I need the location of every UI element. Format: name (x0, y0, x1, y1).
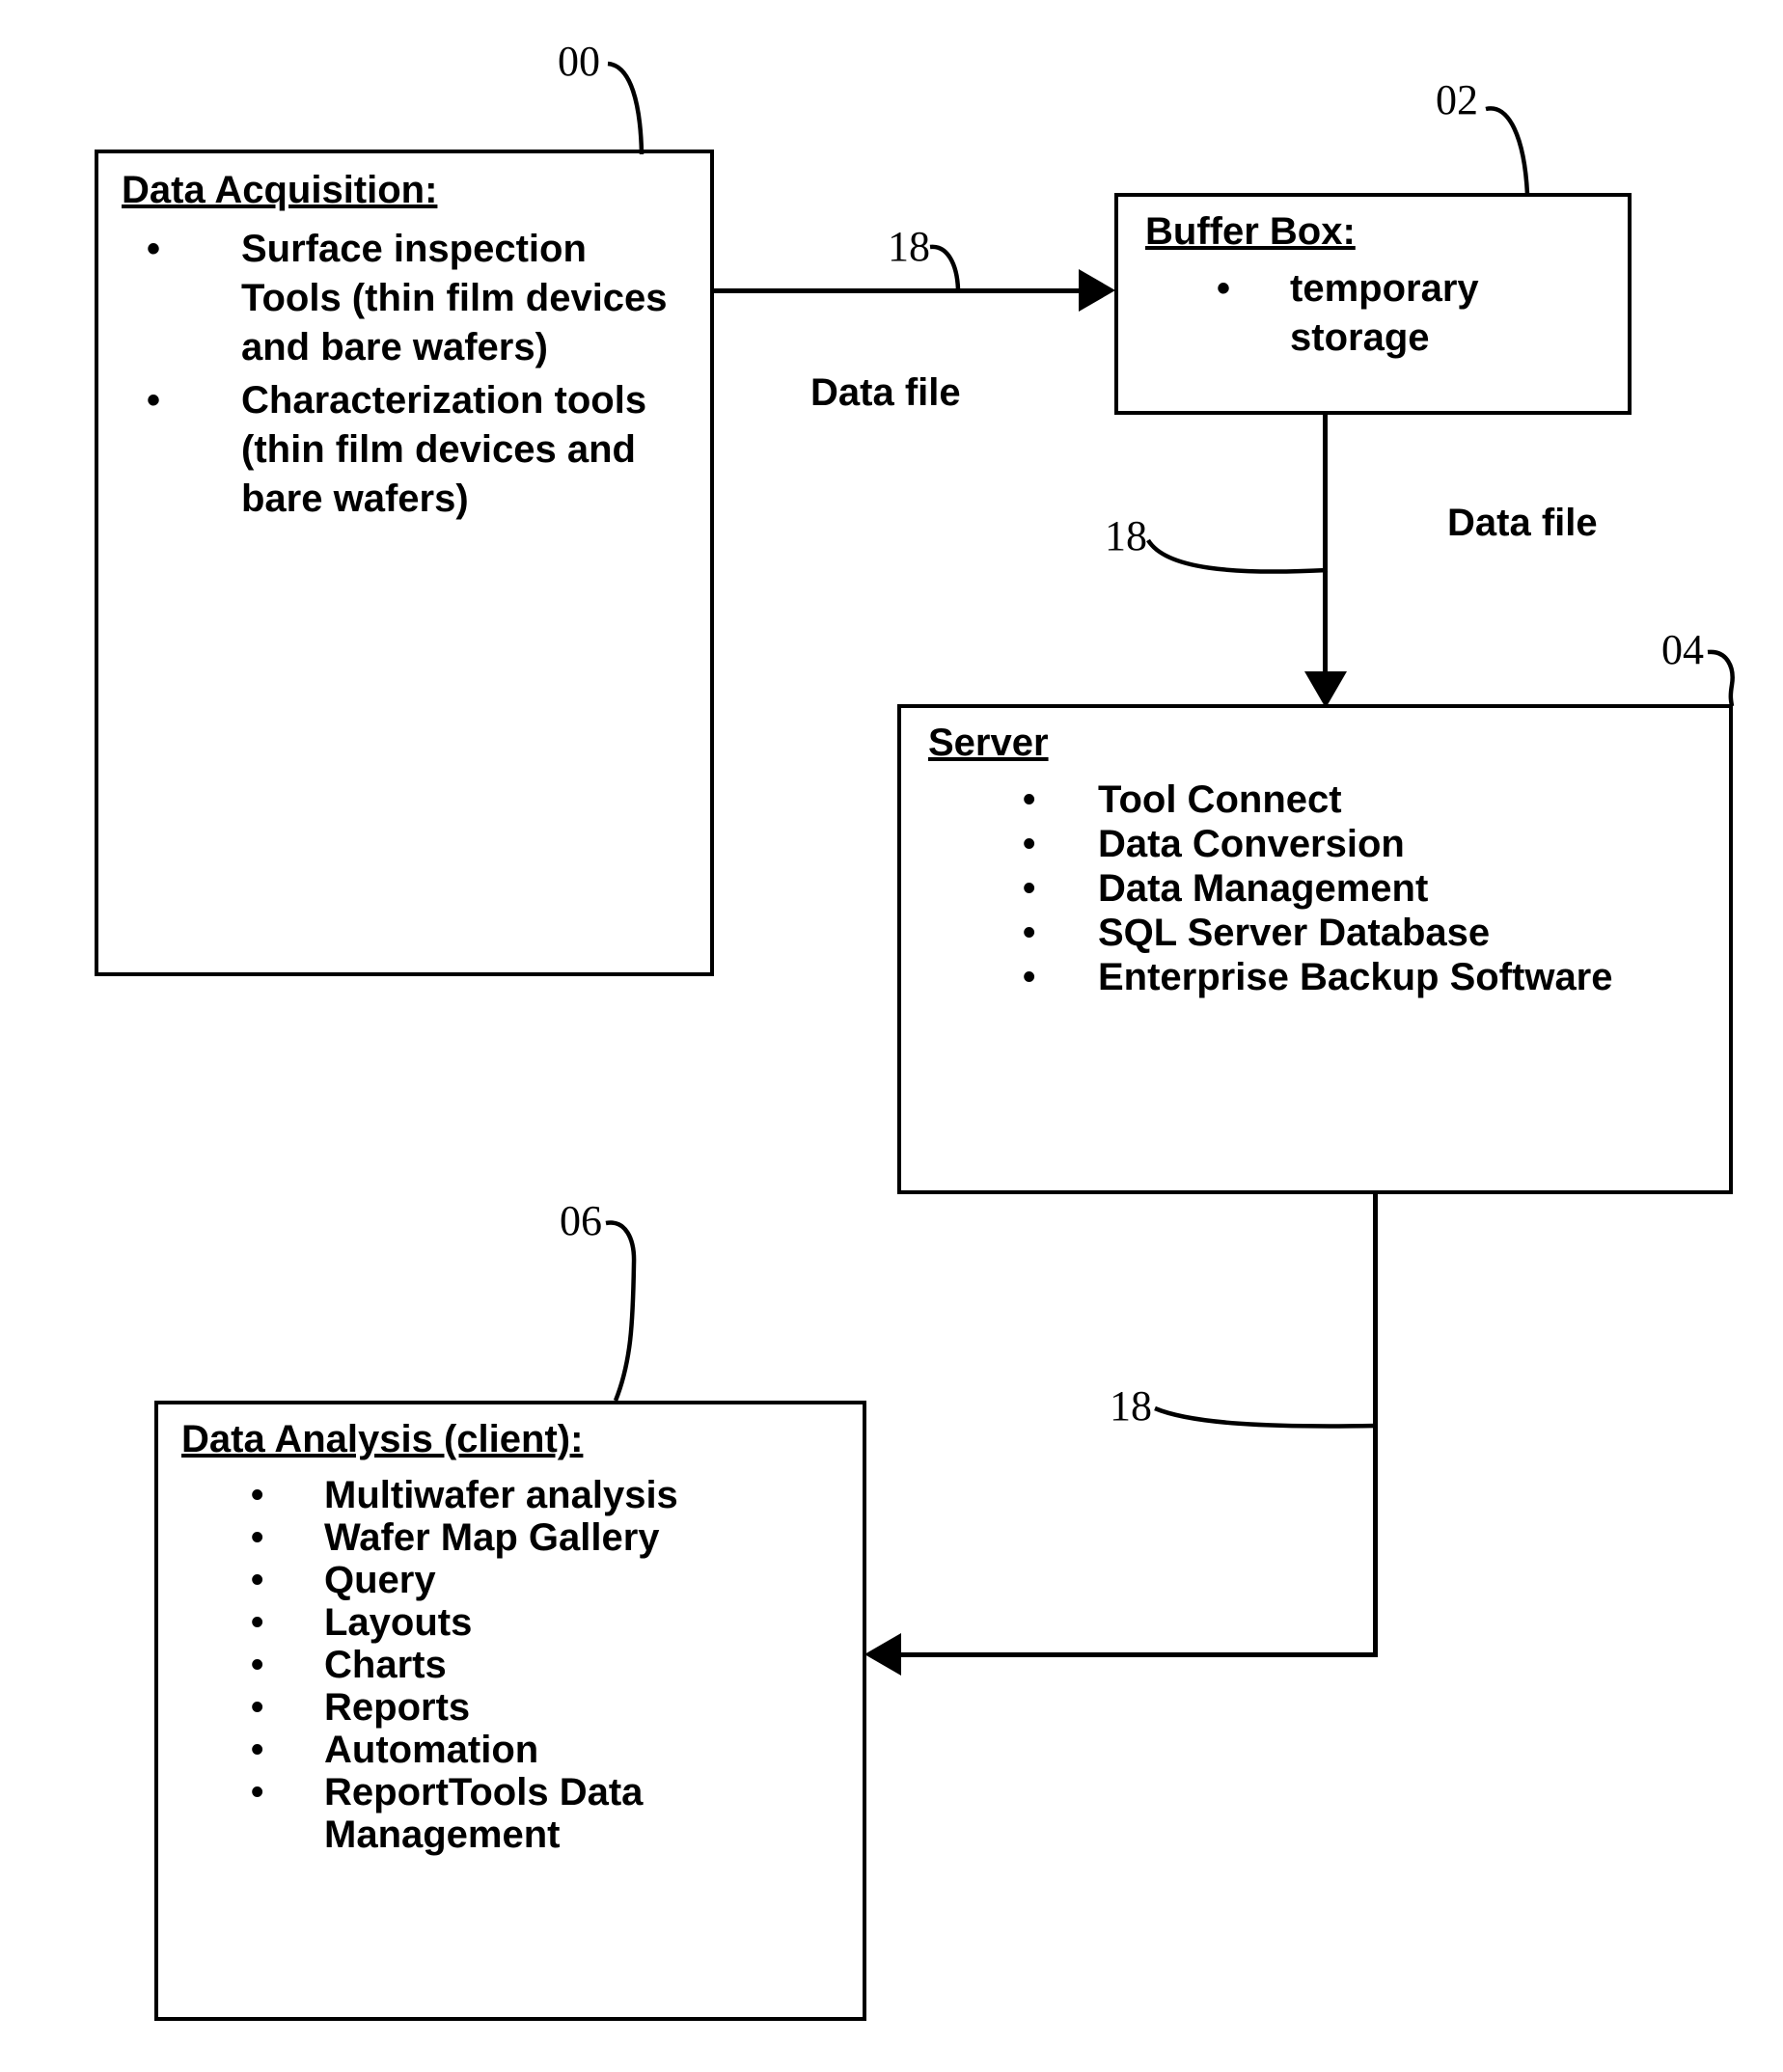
flow-label-data-file-2: Data file (1447, 502, 1598, 544)
buffer-box: Buffer Box: temporary storage (1114, 193, 1632, 415)
ref-numeral-00: 00 (558, 38, 600, 85)
leader-line-00 (607, 61, 645, 155)
leader-line-02 (1485, 106, 1530, 195)
list-item: Characterization tools (thin film device… (137, 376, 697, 524)
connector-server-to-analysis-hline (897, 1652, 1376, 1657)
buffer-box-list: temporary storage (1205, 264, 1620, 363)
data-analysis-title: Data Analysis (client): (181, 1418, 584, 1460)
leader-line-18-b (1146, 538, 1329, 574)
ref-numeral-04: 04 (1661, 626, 1704, 673)
ref-numeral-18-a: 18 (888, 223, 930, 270)
ref-numeral-18-b: 18 (1105, 512, 1147, 559)
list-item: SQL Server Database (998, 911, 1712, 955)
list-item: Automation (216, 1729, 853, 1771)
server-box: Server Tool Connect Data Conversion Data… (897, 704, 1733, 1194)
connector-buffer-to-server-arrowhead (1304, 671, 1347, 708)
leader-line-18-c (1154, 1405, 1378, 1429)
buffer-box-title: Buffer Box: (1145, 210, 1356, 253)
flow-label-data-file-1: Data file (810, 371, 961, 414)
list-item: Surface inspection Tools (thin film devi… (137, 225, 697, 372)
ref-numeral-18-c: 18 (1110, 1382, 1152, 1430)
list-item: ReportTools Data Management (216, 1771, 853, 1856)
list-item: Wafer Map Gallery (216, 1516, 853, 1559)
list-item: Multiwafer analysis (216, 1474, 853, 1516)
data-acquisition-title: Data Acquisition: (122, 169, 438, 211)
server-box-title: Server (928, 722, 1049, 764)
list-item: Query (216, 1559, 853, 1601)
connector-acq-to-buffer-line (714, 288, 1085, 293)
connector-server-to-analysis-arrowhead (864, 1633, 901, 1676)
list-item: temporary storage (1205, 264, 1620, 363)
data-analysis-list: Multiwafer analysis Wafer Map Gallery Qu… (216, 1474, 853, 1856)
data-analysis-box: Data Analysis (client): Multiwafer analy… (154, 1401, 866, 2021)
data-acquisition-box: Data Acquisition: Surface inspection Too… (95, 150, 714, 976)
list-item: Data Conversion (998, 822, 1712, 866)
leader-line-06 (605, 1220, 637, 1402)
leader-line-18-a (929, 244, 961, 290)
list-item: Charts (216, 1644, 853, 1686)
ref-numeral-06: 06 (560, 1197, 602, 1244)
ref-numeral-02: 02 (1436, 76, 1478, 123)
list-item: Tool Connect (998, 777, 1712, 822)
leader-line-04 (1707, 649, 1735, 707)
list-item: Data Management (998, 866, 1712, 911)
data-acquisition-list: Surface inspection Tools (thin film devi… (137, 225, 697, 528)
server-box-list: Tool Connect Data Conversion Data Manage… (998, 777, 1712, 999)
list-item: Layouts (216, 1601, 853, 1644)
list-item: Reports (216, 1686, 853, 1729)
list-item: Enterprise Backup Software (998, 955, 1712, 999)
connector-acq-to-buffer-arrowhead (1079, 269, 1115, 312)
diagram-canvas: Data Acquisition: Surface inspection Too… (0, 0, 1783, 2072)
